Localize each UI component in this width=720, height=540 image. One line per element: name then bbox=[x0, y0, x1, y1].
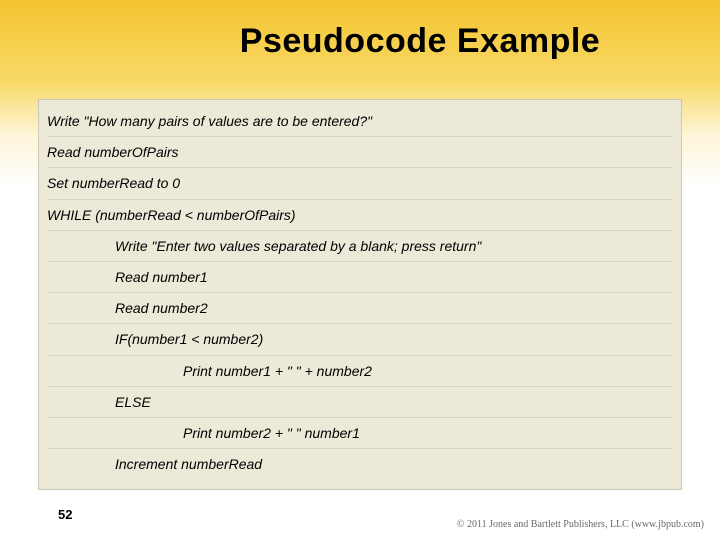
pseudocode-block: Write "How many pairs of values are to b… bbox=[38, 99, 682, 490]
code-line: Increment numberRead bbox=[47, 449, 673, 479]
code-line: Read numberOfPairs bbox=[47, 137, 673, 168]
code-line: Write "Enter two values separated by a b… bbox=[47, 231, 673, 262]
code-line: Print number1 + " " + number2 bbox=[47, 356, 673, 387]
code-line: Write "How many pairs of values are to b… bbox=[47, 106, 673, 137]
code-line: IF(number1 < number2) bbox=[47, 324, 673, 355]
code-line: Read number2 bbox=[47, 293, 673, 324]
slide-title: Pseudocode Example bbox=[0, 0, 720, 61]
code-line: Set numberRead to 0 bbox=[47, 168, 673, 199]
code-line: ELSE bbox=[47, 387, 673, 418]
code-line: WHILE (numberRead < numberOfPairs) bbox=[47, 200, 673, 231]
copyright-text: © 2011 Jones and Bartlett Publishers, LL… bbox=[457, 519, 704, 530]
page-number: 52 bbox=[58, 507, 72, 522]
code-line: Read number1 bbox=[47, 262, 673, 293]
code-line: Print number2 + " " number1 bbox=[47, 418, 673, 449]
